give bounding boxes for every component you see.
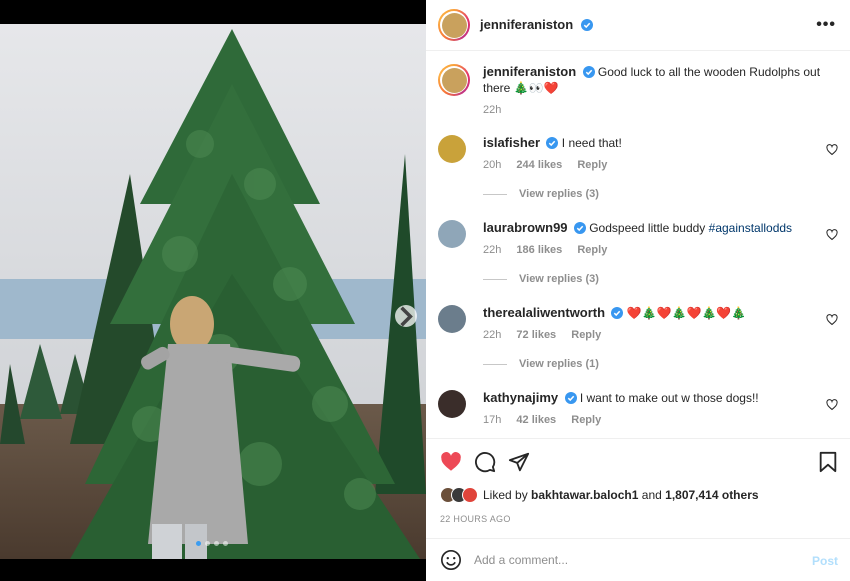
- chevron-right-icon: [400, 305, 413, 327]
- commenter-avatar[interactable]: [438, 390, 466, 423]
- comment-username[interactable]: laurabrown99: [483, 220, 568, 235]
- carousel-dots: [196, 541, 228, 546]
- post-media: [0, 0, 426, 581]
- reply-button[interactable]: Reply: [571, 329, 601, 341]
- verified-icon: [580, 19, 593, 31]
- comment-username[interactable]: kathynajimy: [483, 390, 558, 405]
- author-avatar[interactable]: [438, 64, 470, 96]
- comment-text: I need that!: [561, 136, 622, 150]
- verified-icon: [611, 307, 624, 319]
- comment-text: Godspeed little buddy: [589, 221, 706, 235]
- verified-icon: [564, 392, 577, 404]
- bookmark-icon[interactable]: [818, 451, 838, 473]
- comment-time[interactable]: 22h: [483, 244, 501, 256]
- comment-username[interactable]: islafisher: [483, 135, 540, 150]
- post-photo[interactable]: [0, 24, 426, 559]
- post-panel: jenniferaniston ••• jenniferaniston Good…: [426, 0, 850, 581]
- liked-by-and: and: [641, 488, 662, 502]
- comment-icon[interactable]: [474, 451, 496, 473]
- hashtag-link[interactable]: #againstallodds: [709, 221, 792, 235]
- liked-by-user-link[interactable]: bakhtawar.baloch1: [531, 488, 638, 502]
- reply-button[interactable]: Reply: [577, 244, 607, 256]
- reply-button[interactable]: Reply: [571, 414, 601, 426]
- heart-outline-icon[interactable]: [826, 229, 838, 241]
- christmas-tree-photo: [0, 24, 426, 559]
- comment-username[interactable]: therealaliwentworth: [483, 305, 605, 320]
- comment-likes[interactable]: 72 likes: [516, 329, 556, 341]
- caption-emoji: 🎄👀❤️: [513, 81, 559, 95]
- verified-icon: [582, 66, 595, 78]
- commenter-avatar[interactable]: [438, 220, 466, 253]
- reply-button[interactable]: Reply: [577, 159, 607, 171]
- next-slide-button[interactable]: [395, 305, 417, 327]
- carousel-dot: [223, 541, 228, 546]
- emoji-icon[interactable]: [440, 549, 462, 571]
- carousel-dot: [205, 541, 210, 546]
- heart-outline-icon[interactable]: [826, 144, 838, 156]
- comment-input[interactable]: [474, 553, 794, 567]
- verified-icon: [573, 222, 586, 234]
- author-avatar[interactable]: [438, 9, 470, 41]
- liked-by-prefix: Liked by: [483, 488, 528, 502]
- caption-username[interactable]: jenniferaniston: [483, 64, 576, 79]
- comment-text: I want to make out w those dogs!!: [579, 391, 759, 405]
- post-header: jenniferaniston •••: [426, 0, 850, 51]
- comment-likes[interactable]: 186 likes: [516, 244, 562, 256]
- more-options-icon[interactable]: •••: [816, 16, 836, 34]
- view-replies-button[interactable]: View replies (1): [483, 358, 599, 370]
- author-username[interactable]: jenniferaniston: [480, 17, 573, 32]
- heart-outline-icon[interactable]: [826, 314, 838, 326]
- action-bar: Liked by bakhtawar.baloch1 and 1,807,414…: [426, 438, 850, 538]
- carousel-dot: [196, 541, 201, 546]
- view-replies-button[interactable]: View replies (3): [483, 188, 599, 200]
- verified-icon: [546, 137, 559, 149]
- carousel-dot: [214, 541, 219, 546]
- commenter-avatar[interactable]: [438, 305, 466, 338]
- comment-likes[interactable]: 244 likes: [516, 159, 562, 171]
- add-comment-bar: Post: [426, 538, 850, 581]
- share-icon[interactable]: [508, 451, 530, 473]
- comment-time[interactable]: 22h: [483, 329, 501, 341]
- heart-filled-icon[interactable]: [440, 451, 462, 473]
- liked-by: Liked by bakhtawar.baloch1 and 1,807,414…: [440, 487, 759, 503]
- post-timestamp[interactable]: 22 HOURS AGO: [440, 514, 511, 524]
- comment-time[interactable]: 17h: [483, 414, 501, 426]
- liked-by-others-link[interactable]: 1,807,414 others: [665, 488, 758, 502]
- comment-text: ❤️🎄❤️🎄❤️🎄❤️🎄: [626, 306, 747, 320]
- heart-outline-icon[interactable]: [826, 399, 838, 411]
- post-comment-button[interactable]: Post: [812, 554, 838, 568]
- caption-time[interactable]: 22h: [483, 104, 501, 116]
- view-replies-button[interactable]: View replies (3): [483, 273, 599, 285]
- comments-list: jenniferaniston Good luck to all the woo…: [426, 52, 850, 438]
- comment-likes[interactable]: 42 likes: [516, 414, 556, 426]
- comment-time[interactable]: 20h: [483, 159, 501, 171]
- commenter-avatar[interactable]: [438, 135, 466, 168]
- liker-avatar: [462, 487, 478, 503]
